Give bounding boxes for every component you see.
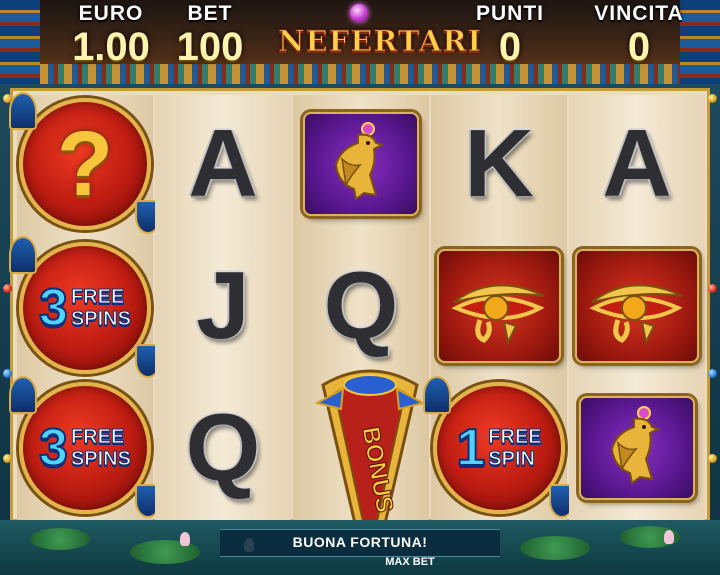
eye-of-horus-icon — [589, 284, 683, 346]
free-spins-line1: FREE — [488, 426, 542, 449]
payline-marker-icon — [3, 454, 12, 463]
reel-4-row-3: 1 FREE SPIN — [423, 376, 575, 518]
max-bet-button[interactable]: MAX BET — [380, 556, 440, 568]
letter-q-symbol: Q — [185, 394, 261, 501]
status-message: BUONA FORTUNA! — [292, 534, 428, 550]
game-logo: NEFERTARI — [278, 4, 483, 66]
reel-1: ? 3 FREE SPINS 3 FREE SPINS — [9, 92, 161, 521]
payline-marker-icon — [708, 94, 717, 103]
reel-4: K 1 FREE SPIN — [423, 95, 575, 521]
points-label: PUNTI — [476, 2, 544, 25]
points-value: 0 — [498, 25, 522, 69]
reel-1-row-1: ? — [9, 92, 161, 234]
points-display: PUNTI 0 — [468, 2, 552, 68]
falcon-icon — [334, 122, 385, 201]
letter-k-symbol: K — [464, 110, 534, 217]
status-message-bar: BUONA FORTUNA! — [220, 529, 500, 557]
eye-of-horus-symbol — [437, 249, 561, 363]
letter-q-symbol: Q — [323, 252, 399, 359]
logo-gem-icon — [350, 4, 368, 22]
free-spins-count: 3 — [38, 279, 69, 337]
payline-marker-icon — [708, 454, 717, 463]
left-pillar-decoration — [0, 0, 40, 84]
reel-1-row-3: 3 FREE SPINS — [9, 376, 161, 518]
golden-falcon-symbol — [579, 396, 695, 500]
free-spin-symbol: 1 FREE SPIN — [423, 376, 575, 518]
free-spins-line2: SPIN — [488, 448, 536, 471]
free-spins-count: 3 — [38, 419, 69, 477]
letter-j-symbol: J — [196, 252, 250, 359]
question-mark-icon: ? — [56, 113, 114, 215]
currency-display: EURO 1.00 — [52, 2, 170, 68]
bet-value[interactable]: 100 — [168, 26, 252, 68]
top-bar: EURO 1.00 BET 100 NEFERTARI PUNTI 0 VINC… — [0, 0, 720, 84]
eye-of-horus-symbol — [575, 249, 699, 363]
currency-label: EURO — [78, 2, 144, 25]
reel-3-row-1 — [293, 95, 429, 233]
free-spins-line1: FREE — [70, 426, 125, 449]
reel-5-row-1: A — [569, 95, 705, 233]
free-spins-count: 1 — [455, 419, 486, 477]
golden-falcon-symbol — [303, 112, 419, 216]
lily-pad-icon — [30, 528, 90, 550]
lotus-flower-icon — [180, 532, 190, 546]
payline-marker-icon — [3, 94, 12, 103]
free-spins-line2: SPINS — [70, 448, 131, 471]
eye-of-horus-icon — [451, 284, 545, 346]
payline-marker-icon — [708, 284, 717, 293]
bet-display[interactable]: BET 100 — [168, 2, 252, 68]
logo-text: NEFERTARI — [278, 24, 483, 59]
reel-2-row-3: Q — [155, 379, 291, 517]
payline-marker-icon — [3, 284, 12, 293]
letter-a-symbol: A — [602, 110, 672, 217]
bet-label: BET — [187, 2, 233, 25]
reel-4-row-2 — [431, 237, 567, 375]
reel-frame: ? 3 FREE SPINS 3 FREE SPINS A J Q Q BONU… — [9, 88, 710, 569]
free-spins-symbol: 3 FREE SPINS — [9, 236, 161, 378]
lily-pad-icon — [520, 536, 590, 560]
reel-board: ? 3 FREE SPINS 3 FREE SPINS A J Q Q BONU… — [0, 84, 720, 569]
free-spins-symbol: 3 FREE SPINS — [9, 376, 161, 518]
falcon-icon — [610, 406, 661, 485]
letter-a-symbol: A — [188, 110, 258, 217]
payline-marker-icon — [708, 369, 717, 378]
win-value: 0 — [627, 25, 651, 69]
win-display: VINCITA 0 — [586, 2, 692, 68]
reel-2-row-1: A — [155, 95, 291, 233]
payline-marker-icon — [3, 369, 12, 378]
reel-5: A — [569, 95, 705, 521]
reel-5-row-2 — [569, 237, 705, 375]
free-spins-line1: FREE — [70, 286, 125, 309]
reel-5-row-3 — [569, 379, 705, 517]
reel-3-row-2: Q — [293, 237, 429, 375]
reel-2-row-2: J — [155, 237, 291, 375]
reel-1-row-2: 3 FREE SPINS — [9, 236, 161, 378]
reel-4-row-1: K — [431, 95, 567, 233]
free-spins-line2: SPINS — [70, 308, 131, 331]
reel-2: A J Q — [155, 95, 291, 521]
mystery-symbol: ? — [9, 92, 161, 234]
win-label: VINCITA — [594, 2, 684, 25]
lotus-flower-icon — [664, 530, 674, 544]
currency-value: 1.00 — [72, 25, 150, 69]
